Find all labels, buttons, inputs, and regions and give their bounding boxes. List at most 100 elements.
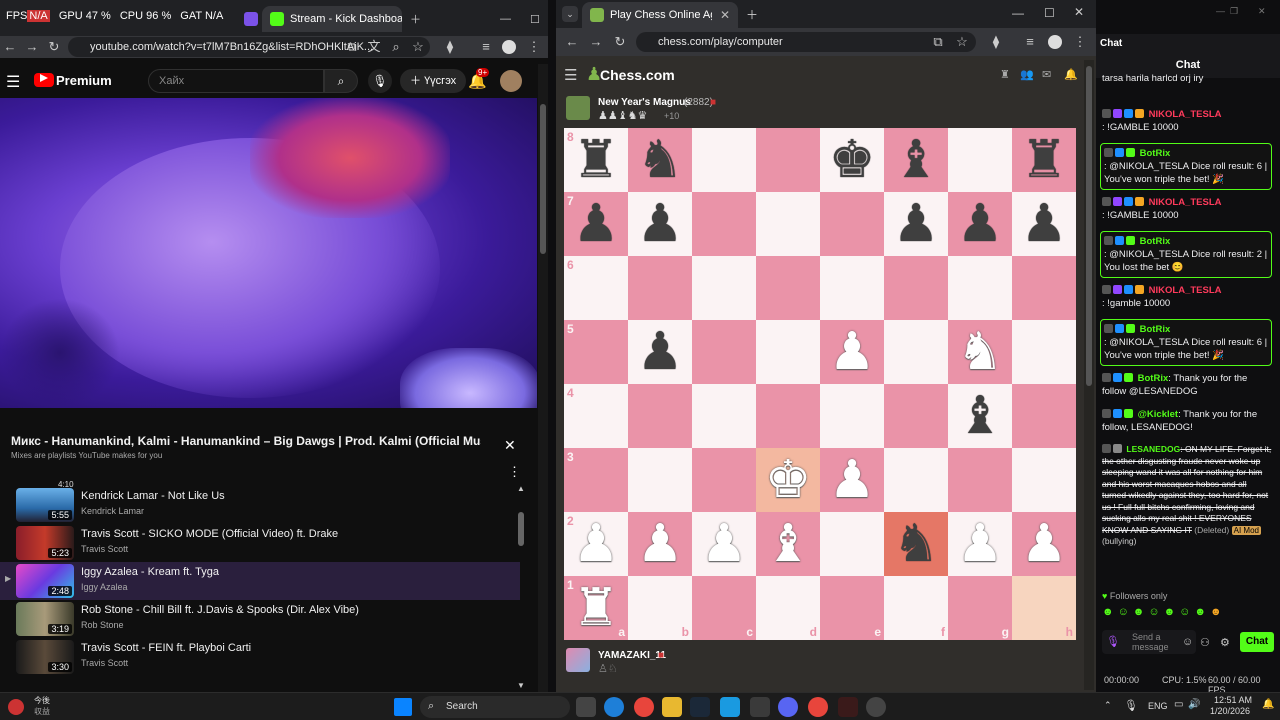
chat-username[interactable]: BotRix	[1140, 148, 1171, 159]
install-icon[interactable]: ⧉	[930, 34, 946, 50]
white-pawn[interactable]: ♟	[820, 320, 884, 384]
scroll-down-icon[interactable]: ▼	[517, 681, 525, 690]
url-field[interactable]: chess.com/play/computer	[636, 32, 976, 52]
white-pawn[interactable]: ♟	[820, 448, 884, 512]
square-h4[interactable]	[1012, 384, 1076, 448]
chat-username[interactable]: LESANEDOG	[1126, 444, 1180, 454]
square-e1[interactable]: e	[820, 576, 884, 640]
page-scrollbar[interactable]	[1084, 60, 1094, 690]
reload-icon[interactable]: ↻	[612, 34, 628, 50]
square-c3[interactable]	[692, 448, 756, 512]
chat-username[interactable]: @Kicklet	[1138, 409, 1178, 420]
square-g6[interactable]	[948, 256, 1012, 320]
square-b4[interactable]	[628, 384, 692, 448]
square-e8[interactable]: ♚	[820, 128, 884, 192]
square-f2[interactable]: ♞	[884, 512, 948, 576]
maximize-icon[interactable]: ☐	[522, 6, 548, 32]
chrome-icon[interactable]	[634, 697, 654, 717]
square-b1[interactable]: b	[628, 576, 692, 640]
square-f3[interactable]	[884, 448, 948, 512]
video-player[interactable]	[0, 98, 537, 408]
close-window-icon[interactable]: ✕	[1074, 5, 1084, 19]
profile-avatar[interactable]	[1048, 35, 1062, 49]
playlist-item[interactable]: 3:30 Travis Scott - FEIN ft. Playboi Car…	[0, 638, 520, 676]
playlist-item-current[interactable]: ▶ 2:48 Iggy Azalea - Kream ft. Tyga Iggy…	[0, 562, 520, 600]
bookmark-star-icon[interactable]: ☆	[410, 39, 426, 55]
square-f7[interactable]: ♟	[884, 192, 948, 256]
network-icon[interactable]: ▭	[1174, 699, 1183, 710]
clock-date[interactable]: 1/20/2026	[1210, 706, 1250, 716]
square-h6[interactable]	[1012, 256, 1076, 320]
hamburger-icon[interactable]: ☰	[6, 72, 20, 92]
playlist-item[interactable]: 5:55 Kendrick Lamar - Not Like Us Kendri…	[0, 486, 520, 524]
volume-icon[interactable]: 🔊	[1188, 699, 1200, 710]
microphone-icon[interactable]: 🎙	[1106, 635, 1120, 648]
square-b2[interactable]: ♟	[628, 512, 692, 576]
square-c4[interactable]	[692, 384, 756, 448]
scrollbar-thumb[interactable]	[540, 104, 546, 254]
square-c7[interactable]	[692, 192, 756, 256]
square-e3[interactable]: ♟	[820, 448, 884, 512]
file-explorer-icon[interactable]	[662, 697, 682, 717]
zoom-icon[interactable]: ⌕	[388, 39, 404, 55]
new-tab-button[interactable]: ＋	[746, 6, 758, 23]
emote-icon[interactable]: ☻	[1210, 606, 1226, 618]
back-icon[interactable]: ←	[564, 34, 580, 50]
bookmark-star-icon[interactable]: ☆	[954, 34, 970, 50]
square-e7[interactable]	[820, 192, 884, 256]
user-avatar[interactable]	[500, 70, 522, 92]
taskbar-search[interactable]: ⌕ Search	[420, 696, 570, 718]
black-rook[interactable]: ♜	[1012, 128, 1076, 192]
steam-icon[interactable]	[690, 697, 710, 717]
notification-bell-icon[interactable]: 🔔	[1064, 68, 1078, 81]
black-pawn[interactable]: ♟	[564, 192, 628, 256]
mail-icon[interactable]: ✉	[1042, 68, 1051, 81]
scrollbar-thumb[interactable]	[1086, 66, 1092, 386]
minimize-icon[interactable]: —	[1216, 6, 1225, 16]
white-pawn[interactable]: ♟	[564, 512, 628, 576]
emote-icon[interactable]: ☻☺☻☺☻☺☻	[1102, 606, 1210, 618]
square-a8[interactable]: 8 ♜	[564, 128, 628, 192]
tab-chess[interactable]: Play Chess Online Against the C ✕	[582, 2, 738, 28]
discord-icon[interactable]	[778, 697, 798, 717]
chat-username[interactable]: BotRix	[1140, 236, 1171, 247]
playlist-item[interactable]: 5:23 Travis Scott - SICKO MODE (Official…	[0, 524, 520, 562]
chat-send-button[interactable]: Chat	[1240, 632, 1274, 652]
obs-icon[interactable]	[866, 697, 886, 717]
square-a3[interactable]: 3	[564, 448, 628, 512]
square-e2[interactable]	[820, 512, 884, 576]
square-e5[interactable]: ♟	[820, 320, 884, 384]
square-f1[interactable]: f	[884, 576, 948, 640]
app-icon[interactable]	[838, 697, 858, 717]
square-a4[interactable]: 4	[564, 384, 628, 448]
square-f8[interactable]: ♝	[884, 128, 948, 192]
tab-list-icon[interactable]: ⌄	[562, 6, 578, 22]
puzzle-icon[interactable]: ♜	[1000, 68, 1010, 81]
microphone-icon[interactable]: 🎙	[1124, 699, 1138, 712]
tab-search-icon[interactable]: ≡	[478, 39, 494, 55]
extensions-icon[interactable]: ⧫	[988, 34, 1004, 50]
minimize-icon[interactable]: —	[1012, 6, 1024, 20]
black-pawn[interactable]: ♟	[884, 192, 948, 256]
square-d1[interactable]: d	[756, 576, 820, 640]
black-pawn[interactable]: ♟	[1012, 192, 1076, 256]
square-h2[interactable]: ♟	[1012, 512, 1076, 576]
square-h3[interactable]	[1012, 448, 1076, 512]
square-c6[interactable]	[692, 256, 756, 320]
square-d7[interactable]	[756, 192, 820, 256]
square-a5[interactable]: 5	[564, 320, 628, 384]
translate-icon[interactable]: 文	[366, 39, 382, 55]
chevron-up-icon[interactable]: ⌃	[1104, 700, 1112, 711]
page-scrollbar[interactable]	[538, 64, 548, 692]
weather-icon[interactable]	[8, 699, 24, 715]
language-indicator[interactable]: ENG	[1148, 701, 1168, 711]
restore-icon[interactable]: ❐	[1230, 6, 1238, 17]
back-icon[interactable]: ←	[2, 39, 18, 55]
widget-line2[interactable]: 収益	[34, 706, 50, 717]
chat-username[interactable]: NIKOLA_TESLA	[1149, 109, 1222, 120]
square-e6[interactable]	[820, 256, 884, 320]
opponent-name[interactable]: New Year's Magnus	[598, 97, 691, 108]
square-e4[interactable]	[820, 384, 884, 448]
square-d3[interactable]: ♚	[756, 448, 820, 512]
black-king[interactable]: ♚	[820, 128, 884, 192]
